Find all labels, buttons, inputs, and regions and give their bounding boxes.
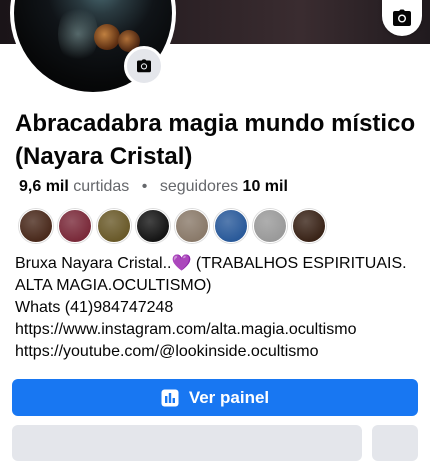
bio-text: Bruxa Nayara Cristal.. <box>15 255 172 272</box>
camera-icon <box>137 59 151 73</box>
secondary-action-button[interactable] <box>12 425 362 461</box>
follower-avatar[interactable] <box>175 209 209 243</box>
bio-text: (TRABALHOS ESPIRITUAIS. <box>191 255 407 272</box>
page-title: Abracadabra magia mundo místico (Nayara … <box>15 110 416 170</box>
bio-line: Bruxa Nayara Cristal..💜 (TRABALHOS ESPIR… <box>15 253 420 275</box>
follower-avatar[interactable] <box>97 209 131 243</box>
view-panel-button[interactable]: Ver painel <box>12 379 418 416</box>
follower-avatars[interactable] <box>19 209 326 243</box>
likes-count: 9,6 mil <box>19 178 69 195</box>
whatsapp-contact: Whats (41)984747248 <box>15 299 174 316</box>
camera-icon <box>393 9 411 26</box>
followers-label: seguidores <box>159 178 239 195</box>
follower-avatar[interactable] <box>19 209 53 243</box>
instagram-link[interactable]: https://www.instagram.com/alta.magia.ocu… <box>15 319 420 341</box>
view-panel-label: Ver painel <box>188 387 270 407</box>
follower-avatar[interactable] <box>136 209 170 243</box>
bar-chart-icon <box>161 389 179 406</box>
follower-avatar[interactable] <box>58 209 92 243</box>
bio-line: ALTA MAGIA.OCULTISMO) <box>15 277 212 294</box>
youtube-link[interactable]: https://youtube.com/@lookinside.ocultism… <box>15 341 420 363</box>
follower-avatar[interactable] <box>253 209 287 243</box>
purple-heart-emoji: 💜 <box>171 255 192 272</box>
follower-avatar[interactable] <box>214 209 248 243</box>
follower-avatar[interactable] <box>292 209 326 243</box>
more-options-button[interactable] <box>372 425 418 461</box>
stats-separator: • <box>141 178 148 195</box>
likes-label: curtidas <box>73 178 130 195</box>
page-stats[interactable]: 9,6 mil curtidas • seguidores 10 mil <box>19 178 288 196</box>
followers-count: 10 mil <box>242 178 288 195</box>
edit-profile-picture-button[interactable] <box>124 46 164 86</box>
page-bio: Bruxa Nayara Cristal..💜 (TRABALHOS ESPIR… <box>15 253 420 363</box>
edit-cover-button[interactable] <box>382 0 422 36</box>
